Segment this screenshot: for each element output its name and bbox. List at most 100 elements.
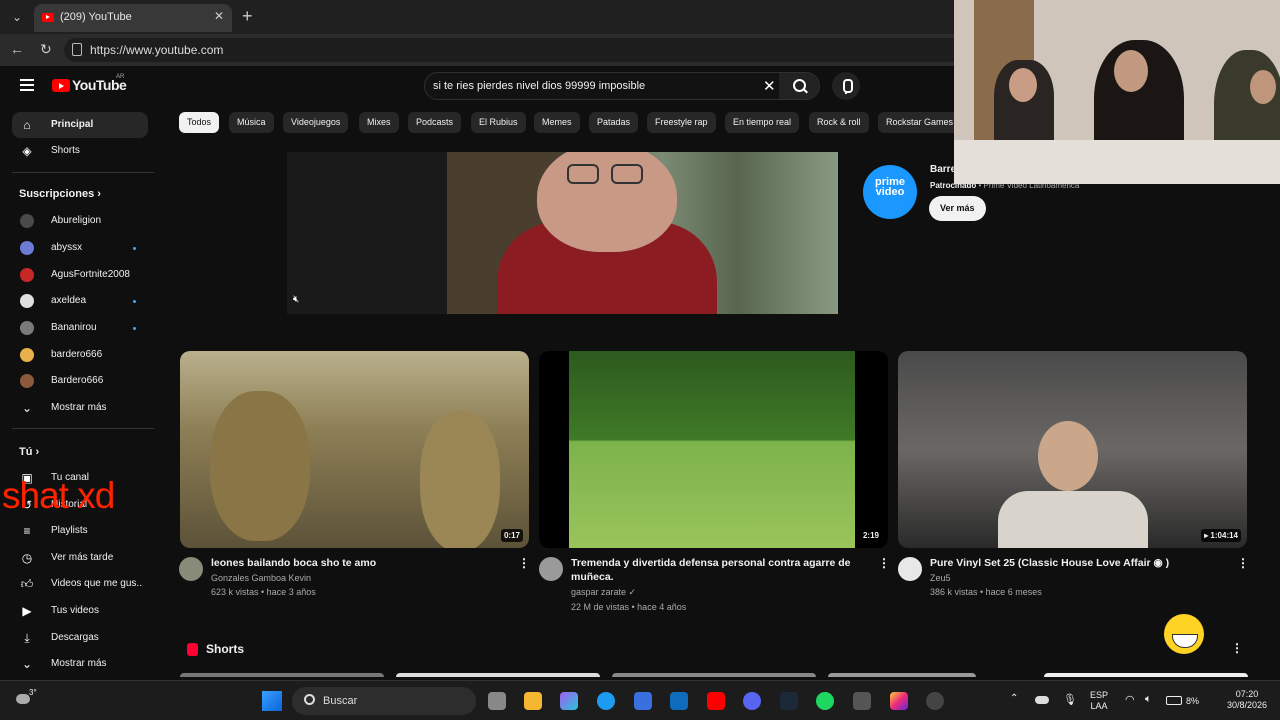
chip[interactable]: Podcasts	[408, 112, 462, 133]
muted-speaker-icon[interactable]: 🔇︎	[293, 294, 299, 305]
volume-icon[interactable]: 🔈︎	[1145, 693, 1152, 706]
wifi-icon[interactable]: ◠	[1125, 693, 1135, 706]
search-icon[interactable]	[779, 73, 819, 99]
logitech-icon[interactable]	[853, 692, 871, 710]
sidebar-item-downloads[interactable]: ⤓ Descargas	[12, 625, 148, 651]
channel-name[interactable]: gaspar zarate ✓	[571, 585, 636, 599]
sidebar-show-more[interactable]: ⌄ Mostrar más	[12, 395, 148, 421]
more-options-icon[interactable]: ⋮	[1231, 641, 1243, 655]
search-input[interactable]: si te ries pierdes nivel dios 99999 impo…	[433, 80, 645, 92]
menu-icon[interactable]	[20, 79, 34, 91]
windows-start-icon[interactable]	[262, 691, 282, 711]
avatar[interactable]	[539, 557, 563, 581]
chip[interactable]: El Rubius	[471, 112, 526, 133]
sidebar-item-principal[interactable]: ⌂ Principal	[12, 112, 148, 138]
chip[interactable]: Rockstar Games	[878, 112, 962, 133]
ad-title[interactable]: Barre	[930, 164, 956, 175]
chip[interactable]: Patadas	[589, 112, 639, 133]
reload-icon[interactable]: ↻	[40, 41, 52, 58]
weather-widget[interactable]: 3°	[16, 688, 38, 710]
clock-icon: ◷	[21, 551, 33, 565]
video-title[interactable]: Tremenda y divertida defensa personal co…	[571, 556, 871, 584]
copilot-icon[interactable]	[560, 692, 578, 710]
video-thumbnail[interactable]: 2:19	[539, 351, 888, 548]
clock[interactable]: 07:20 30/8/2026	[1222, 689, 1272, 711]
spotify-icon[interactable]	[816, 692, 834, 710]
chip[interactable]: Rock & roll	[809, 112, 869, 133]
sidebar-subscription[interactable]: abyssx	[12, 235, 148, 261]
sidebar-subscription[interactable]: AgusFortnite2008	[12, 262, 148, 288]
video-title[interactable]: Pure Vinyl Set 25 (Classic House Love Af…	[930, 556, 1230, 570]
you-heading[interactable]: Tú ›	[19, 446, 39, 458]
sidebar-show-more[interactable]: ⌄ Mostrar más	[12, 651, 148, 677]
subscriptions-heading[interactable]: Suscripciones ›	[19, 188, 101, 200]
microphone-icon[interactable]: 🎙︎	[1063, 693, 1077, 706]
sidebar-subscription[interactable]: Bananirou	[12, 315, 148, 341]
clear-search-icon[interactable]: ✕	[763, 77, 776, 95]
youtube-app-icon[interactable]	[707, 692, 725, 710]
language-indicator[interactable]: ESP LAA	[1090, 690, 1108, 712]
sidebar-item-watch-later[interactable]: ◷ Ver más tarde	[12, 545, 148, 571]
battery-icon[interactable]	[1166, 696, 1182, 705]
tab-list-button[interactable]: ⌄	[6, 7, 28, 27]
youtube-logo-icon[interactable]	[52, 79, 70, 92]
video-thumbnail[interactable]: ▸ 1:04:14	[898, 351, 1247, 548]
channel-name[interactable]: Gonzales Gamboa Kevin	[211, 571, 311, 585]
file-explorer-icon[interactable]	[524, 692, 542, 710]
chip[interactable]: Videojuegos	[283, 112, 349, 133]
taskbar-search[interactable]: Buscar	[292, 687, 476, 715]
new-tab-button[interactable]: +	[242, 6, 253, 27]
instagram-icon[interactable]	[890, 692, 908, 710]
video-meta: 623 k vistas • hace 3 años	[211, 587, 316, 597]
app-icon[interactable]	[926, 692, 944, 710]
more-options-icon[interactable]: ⋮	[878, 556, 890, 570]
short-thumbnail[interactable]	[828, 673, 976, 677]
microphone-icon[interactable]	[832, 72, 860, 100]
sidebar-subscription[interactable]: Abureligion	[12, 208, 148, 234]
ad-cta-button[interactable]: Ver más	[929, 196, 986, 221]
sidebar-item-shorts[interactable]: ◈ Shorts	[12, 138, 148, 164]
browser-tab[interactable]: (209) YouTube ✕	[34, 4, 232, 32]
video-thumbnail[interactable]: 0:17	[180, 351, 529, 548]
task-view-icon[interactable]	[488, 692, 506, 710]
sidebar-subscription[interactable]: Bardero666	[12, 368, 148, 394]
site-info-icon[interactable]	[72, 43, 82, 56]
chip[interactable]: Todos	[179, 112, 220, 133]
url-field[interactable]: https://www.youtube.com	[64, 38, 964, 62]
avatar[interactable]	[898, 557, 922, 581]
short-thumbnail[interactable]	[612, 673, 816, 677]
ad-video-thumbnail[interactable]	[287, 152, 838, 314]
you-title: Tú	[19, 446, 33, 458]
show-more-label: Mostrar más	[51, 402, 107, 413]
short-thumbnail[interactable]	[1044, 673, 1248, 677]
chip[interactable]: Freestyle rap	[647, 112, 716, 133]
onedrive-icon[interactable]	[1035, 696, 1049, 704]
chevron-up-icon[interactable]: ⌃	[1010, 693, 1018, 704]
chip[interactable]: Memes	[534, 112, 580, 133]
avatar[interactable]	[179, 557, 203, 581]
discord-icon[interactable]	[743, 692, 761, 710]
sidebar-subscription[interactable]: axeldea	[12, 288, 148, 314]
sidebar-item-playlists[interactable]: ≡ Playlists	[12, 518, 148, 544]
search-box[interactable]: si te ries pierdes nivel dios 99999 impo…	[424, 72, 820, 100]
sidebar-subscription[interactable]: bardero666	[12, 342, 148, 368]
short-thumbnail[interactable]	[180, 673, 384, 677]
sidebar-item-your-videos[interactable]: ▶ Tus videos	[12, 598, 148, 624]
prime-video-logo[interactable]: prime video	[863, 165, 917, 219]
sidebar-item-liked-videos[interactable]: 👍︎ Videos que me gus...	[12, 571, 148, 597]
home-icon: ⌂	[23, 118, 31, 132]
chip[interactable]: Mixes	[359, 112, 399, 133]
more-options-icon[interactable]: ⋮	[1237, 556, 1249, 570]
back-icon[interactable]: ←	[10, 41, 24, 57]
more-options-icon[interactable]: ⋮	[518, 556, 530, 570]
store-icon[interactable]	[634, 692, 652, 710]
mail-icon[interactable]	[670, 692, 688, 710]
chip[interactable]: Música	[229, 112, 274, 133]
close-tab-icon[interactable]: ✕	[214, 9, 224, 23]
video-title[interactable]: leones bailando boca sho te amo	[211, 556, 511, 570]
channel-name[interactable]: Zeu5	[930, 571, 951, 585]
chip[interactable]: En tiempo real	[725, 112, 800, 133]
edge-icon[interactable]	[597, 692, 615, 710]
steam-icon[interactable]	[780, 692, 798, 710]
short-thumbnail[interactable]	[396, 673, 600, 677]
